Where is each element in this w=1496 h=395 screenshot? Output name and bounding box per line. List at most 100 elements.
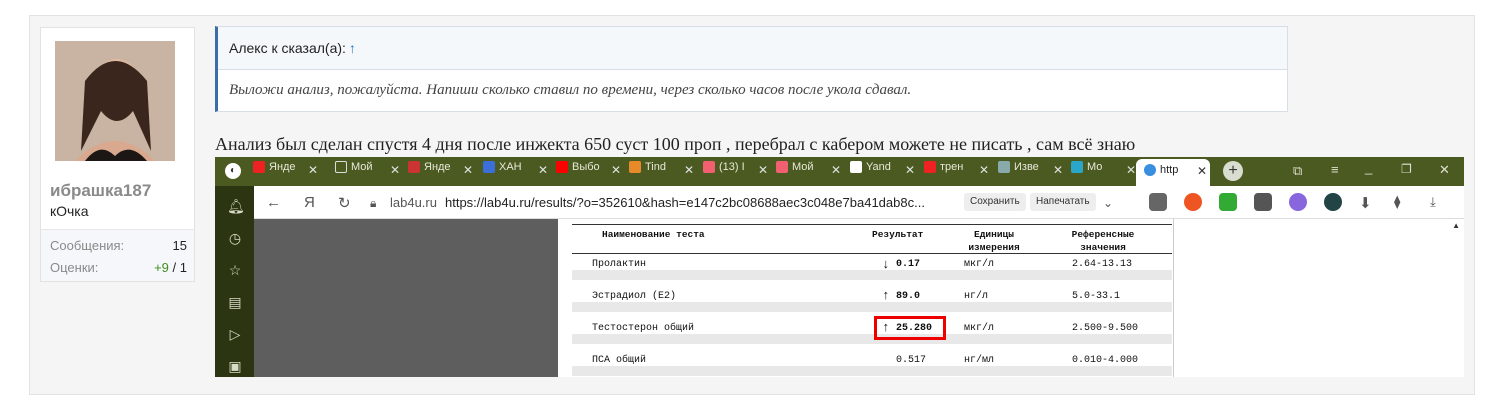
close-icon[interactable]: ✕ — [463, 163, 473, 177]
browser-tab[interactable]: (13) I ✕ — [703, 161, 771, 181]
download-helper-icon[interactable] — [1219, 193, 1237, 211]
profile-icon[interactable]: ◐ — [225, 163, 241, 179]
browser-tab[interactable]: Мой ✕ — [776, 161, 844, 181]
extension-icon[interactable] — [1149, 193, 1167, 211]
minimize-icon[interactable]: _ — [1365, 160, 1372, 175]
extension-icon[interactable] — [1254, 193, 1272, 211]
stat-value: +9 / 1 — [154, 260, 187, 275]
site-icon — [1071, 161, 1083, 174]
clock-icon[interactable]: ◷ — [227, 230, 243, 246]
url-text: https://lab4u.ru/results/?o=352610&hash=… — [444, 195, 925, 210]
site-icon — [408, 161, 420, 174]
tab-label: Изве — [1014, 161, 1039, 173]
close-icon[interactable]: ✕ — [758, 163, 768, 177]
browser-tab[interactable]: ХАН ✕ — [483, 161, 551, 181]
quote-text: Выложи анализ, пожалуйста. Напиши скольк… — [229, 82, 912, 98]
test-units: мкг/л — [964, 323, 995, 334]
test-units: нг/л — [964, 291, 989, 302]
test-result: 89.0 — [896, 291, 921, 302]
browser-content: Наименование теста Результат Единицы изм… — [254, 219, 1464, 377]
col-name-header: Наименование теста — [602, 229, 705, 240]
stat-label: Сообщения: — [50, 238, 125, 253]
attached-screenshot[interactable]: ◐ Янде ✕ Мой ✕ Янде ✕ ХАН ✕ Выбо ✕ Tind ✕ (13)… — [215, 157, 1464, 377]
avatar[interactable] — [55, 41, 175, 161]
username[interactable]: ибрашка187 — [50, 181, 151, 201]
rating-positive: +9 — [154, 260, 169, 275]
collections-icon[interactable]: ▤ — [227, 294, 243, 310]
calendar-icon[interactable]: ▣ — [227, 358, 243, 374]
close-icon[interactable]: ✕ — [538, 163, 548, 177]
extensions-puzzle-icon[interactable]: ⧫ — [1394, 194, 1400, 210]
tab-label: Мой — [792, 161, 814, 173]
avatar-image — [55, 41, 175, 161]
stat-value: 15 — [172, 238, 187, 253]
browser-tab[interactable]: Янде ✕ — [408, 161, 476, 181]
quote-author: Алекс к сказал(а): — [229, 40, 346, 56]
close-icon[interactable]: ✕ — [1126, 163, 1136, 177]
menu-icon[interactable]: ≡ — [1331, 162, 1339, 177]
print-button[interactable]: Напечатать — [1030, 193, 1096, 211]
save-button[interactable]: Сохранить — [964, 193, 1026, 211]
reload-icon[interactable]: ↻ — [338, 194, 351, 212]
browser-tab[interactable]: Изве ✕ — [998, 161, 1066, 181]
test-ref: 2.64-13.13 — [1072, 259, 1133, 270]
stat-label: Оценки: — [50, 260, 99, 275]
extension-icon[interactable] — [1289, 193, 1307, 211]
test-units: нг/мл — [964, 355, 995, 366]
tab-label: Мой — [351, 161, 373, 173]
quote-jump-arrow-icon[interactable]: ↑ — [349, 40, 356, 56]
scroll-up-icon[interactable]: ▲ — [1452, 221, 1460, 230]
yandex-logo-icon[interactable]: Я — [304, 194, 315, 211]
chevron-down-icon[interactable]: ⌄ — [1103, 196, 1113, 210]
test-name: ПСА общий — [592, 355, 647, 366]
star-icon[interactable]: ☆ — [227, 262, 243, 278]
back-icon[interactable]: ← — [266, 194, 281, 211]
close-window-icon[interactable]: ✕ — [1439, 162, 1450, 178]
download-icon[interactable]: ⬇ — [1359, 194, 1372, 212]
tab-label: Мо — [1087, 161, 1103, 173]
browser-tab[interactable]: Янде ✕ — [253, 161, 321, 181]
close-icon[interactable]: ✕ — [1197, 164, 1207, 178]
tab-label: Янде — [269, 161, 296, 173]
tinder-icon — [703, 161, 715, 174]
browser-tab[interactable]: Мо ✕ — [1071, 161, 1139, 181]
stat-messages: Сообщения: 15 — [50, 238, 187, 253]
tab-label: Tind — [645, 161, 666, 173]
browser-tab[interactable]: трен ✕ — [924, 161, 992, 181]
site-icon — [483, 161, 495, 174]
col-ref-header: Референсные значения — [1071, 229, 1135, 253]
vpn-icon[interactable] — [1324, 193, 1342, 211]
close-icon[interactable]: ✕ — [905, 163, 915, 177]
browser-tab[interactable]: Выбо ✕ — [556, 161, 624, 181]
close-icon[interactable]: ✕ — [390, 163, 400, 177]
test-name: Эстрадиол (E2) — [592, 291, 677, 302]
browser-tab-active[interactable]: http ✕ — [1136, 159, 1210, 186]
close-icon[interactable]: ✕ — [308, 163, 318, 177]
table-header: Наименование теста Результат Единицы изм… — [572, 224, 1172, 254]
browser-tab[interactable]: Мой ✕ — [335, 161, 403, 181]
tab-label: http — [1160, 164, 1179, 176]
lock-icon: 🔒︎ — [370, 196, 377, 210]
close-icon[interactable]: ✕ — [831, 163, 841, 177]
test-ref: 5.0-33.1 — [1072, 291, 1121, 302]
tab-label: Выбо — [572, 161, 600, 173]
browser-tab[interactable]: Tind ✕ — [629, 161, 697, 181]
rating-total: 1 — [179, 260, 187, 275]
browser-tab[interactable]: Yand ✕ — [850, 161, 918, 181]
scroll-area[interactable]: ▲ — [1173, 219, 1464, 377]
site-icon — [998, 161, 1010, 174]
downloads-icon[interactable]: ⤓ — [1430, 194, 1436, 210]
bell-icon[interactable]: 🔔︎ — [227, 198, 245, 214]
close-icon[interactable]: ✕ — [979, 163, 989, 177]
restore-icon[interactable]: ❐ — [1401, 162, 1412, 176]
table-row: Пролактин ↓ 0.17 мкг/л 2.64-13.13 — [572, 254, 1172, 286]
table-row: Тестостерон общий ↑ 25.280 мкг/л 2.500-9… — [572, 316, 1172, 350]
close-icon[interactable]: ✕ — [684, 163, 694, 177]
close-icon[interactable]: ✕ — [1053, 163, 1063, 177]
tabs-menu-icon[interactable]: ⧉ — [1293, 163, 1302, 179]
new-tab-icon[interactable]: + — [1223, 161, 1243, 181]
opera-icon[interactable] — [1184, 193, 1202, 211]
play-icon[interactable]: ▷ — [227, 326, 243, 342]
table-row: Эстрадиол (E2) ↑ 89.0 нг/л 5.0-33.1 — [572, 286, 1172, 318]
close-icon[interactable]: ✕ — [611, 163, 621, 177]
